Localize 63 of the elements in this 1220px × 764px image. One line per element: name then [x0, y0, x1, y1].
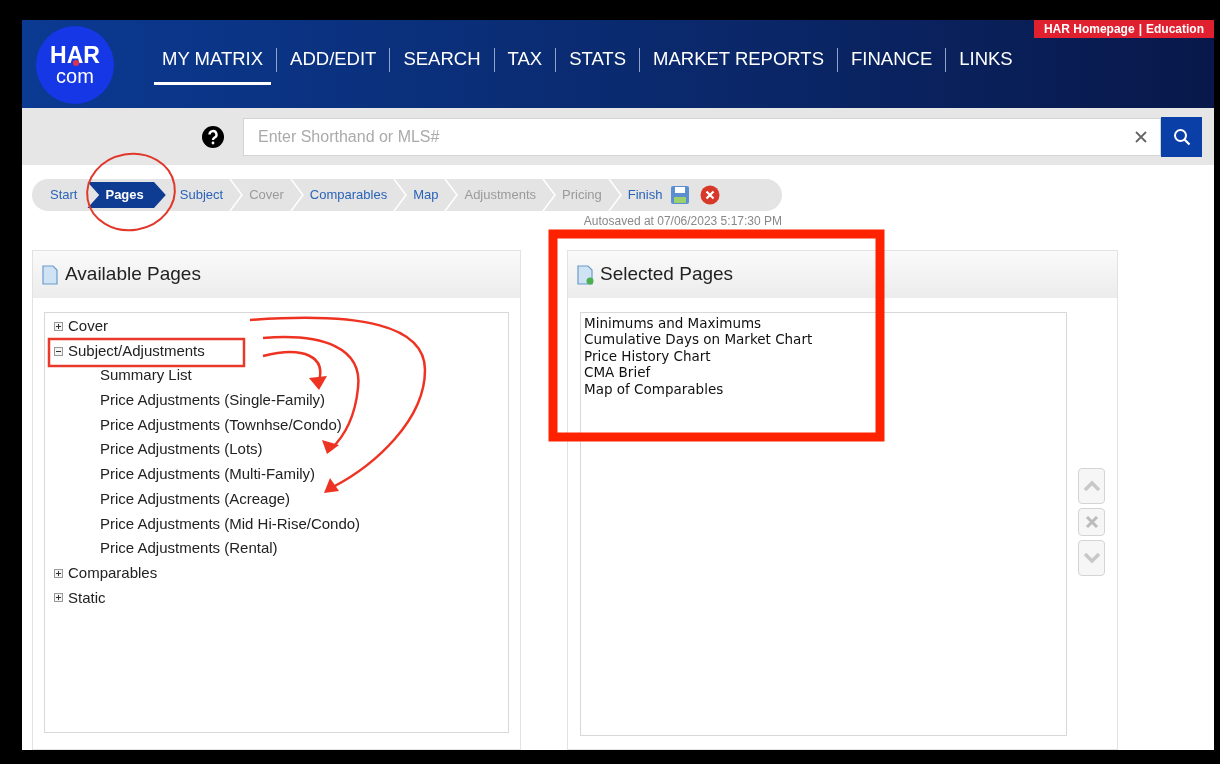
tree-item[interactable]: Price Adjustments (Multi-Family): [54, 462, 316, 487]
nav-link[interactable]: LINKS: [959, 34, 1013, 86]
nav-link[interactable]: ADD/EDIT: [290, 34, 377, 86]
help-icon[interactable]: [202, 125, 224, 148]
tree-item[interactable]: Price Adjustments (Mid Hi-Rise/Condo): [54, 511, 361, 537]
list-item[interactable]: CMA Brief: [584, 364, 651, 381]
nav-link[interactable]: TAX: [507, 34, 543, 86]
tree-item[interactable]: Price Adjustments (Rental): [54, 536, 278, 561]
wizard-step[interactable]: Map: [407, 185, 445, 205]
tree-item[interactable]: Subject/Adjustments: [68, 339, 205, 363]
tree-item[interactable]: Cover: [68, 315, 108, 338]
panel-title: Selected Pages: [600, 262, 734, 287]
tree-item[interactable]: Comparables: [68, 561, 158, 585]
wizard-step[interactable]: Comparables: [303, 185, 394, 205]
tree-item[interactable]: Price Adjustments (Acreage): [54, 486, 291, 512]
wizard-step[interactable]: Pages: [87, 182, 166, 208]
top-link[interactable]: Education: [1146, 20, 1204, 38]
collapse-icon[interactable]: [54, 346, 63, 356]
tree-item[interactable]: Static: [68, 586, 106, 610]
x-icon: [1084, 515, 1099, 529]
expand-icon[interactable]: [54, 568, 63, 578]
link-separator: |: [1138, 21, 1142, 38]
list-item[interactable]: Minimums and Maximums: [584, 315, 762, 332]
tree-item[interactable]: Price Adjustments (Single-Family): [54, 388, 326, 413]
chevron-divider: [289, 179, 304, 211]
list-item[interactable]: Price History Chart: [584, 347, 711, 365]
tree-item[interactable]: Price Adjustments (Lots): [54, 437, 263, 463]
panel-title: Available Pages: [65, 262, 201, 287]
nav-link[interactable]: FINANCE: [851, 34, 933, 86]
nav-link[interactable]: SEARCH: [403, 34, 481, 86]
clear-icon[interactable]: [1135, 130, 1147, 143]
chevron-divider: [393, 179, 408, 211]
autosave-text: Autosaved at 07/06/2023 5:17:30 PM: [583, 213, 782, 230]
expand-icon[interactable]: [54, 321, 63, 331]
top-link[interactable]: HAR Homepage: [1043, 20, 1135, 38]
wizard-step[interactable]: Start: [44, 185, 84, 205]
close-icon[interactable]: [700, 185, 721, 205]
nav-link[interactable]: STATS: [569, 34, 626, 86]
chevron-divider: [542, 179, 556, 211]
expand-icon[interactable]: [54, 593, 63, 603]
wizard-step[interactable]: Subject: [173, 185, 230, 205]
wizard-step: Cover: [243, 185, 290, 205]
chevron-down-icon: [1082, 552, 1101, 564]
add-page-icon: [576, 264, 594, 285]
tree-item[interactable]: Price Adjustments (Townhse/Condo): [54, 412, 342, 438]
list-item[interactable]: Cumulative Days on Market Chart: [584, 331, 813, 348]
save-icon[interactable]: [670, 185, 691, 205]
wizard-step: Adjustments: [458, 185, 542, 205]
tree-item[interactable]: Summary List: [54, 363, 192, 389]
nav-link[interactable]: MARKET REPORTS: [653, 34, 824, 86]
page-icon: [41, 264, 59, 285]
logo[interactable]: HAR com: [36, 26, 114, 104]
search-icon: [1172, 127, 1191, 146]
chevron-divider: [444, 179, 459, 211]
chevron-up-icon: [1082, 480, 1101, 492]
chevron-divider: [229, 179, 244, 211]
list-item[interactable]: Map of Comparables: [584, 380, 724, 398]
wizard-step[interactable]: Finish: [621, 185, 669, 205]
search-button[interactable]: [1161, 116, 1202, 157]
nav-link[interactable]: MY MATRIX: [154, 34, 272, 86]
search-field[interactable]: Enter Shorthand or MLS#: [243, 117, 1161, 156]
chevron-divider: [607, 179, 622, 211]
wizard-step: Pricing: [556, 185, 608, 205]
